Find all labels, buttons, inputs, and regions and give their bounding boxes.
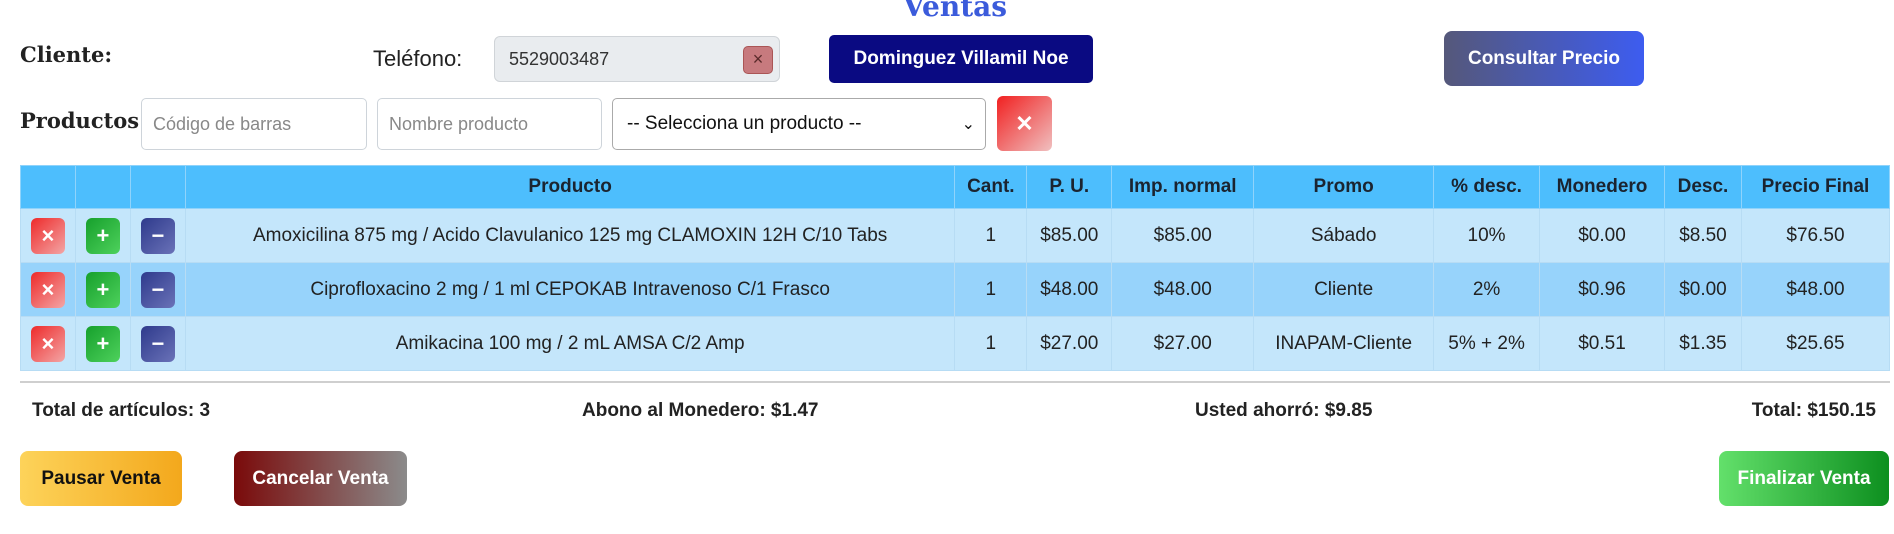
total-articulos: Total de artículos: 3 (32, 400, 211, 421)
decrease-quantity-button[interactable]: − (140, 325, 175, 362)
cell-minus: − (129, 262, 186, 317)
cell-final: $76.50 (1740, 208, 1891, 263)
increase-quantity-button[interactable]: + (85, 217, 120, 254)
cell-producto: Ciprofloxacino 2 mg / 1 ml CEPOKAB Intra… (184, 262, 956, 317)
cell-minus: − (129, 316, 186, 371)
header-precio-final: Precio Final (1740, 165, 1891, 209)
cell-desc: $0.00 (1664, 262, 1742, 317)
cell-delete: × (20, 208, 76, 263)
header-monedero: Monedero (1539, 165, 1665, 209)
cell-pu: $48.00 (1026, 262, 1113, 317)
cell-producto: Amikacina 100 mg / 2 mL AMSA C/2 Amp (184, 316, 956, 371)
cell-pdesc: 2% (1433, 262, 1541, 317)
cell-pdesc: 5% + 2% (1433, 316, 1541, 371)
increase-quantity-button[interactable]: + (85, 271, 120, 308)
cell-final: $48.00 (1740, 262, 1891, 317)
abono-monedero: Abono al Monedero: $1.47 (582, 400, 819, 421)
total-amount: Total: $150.15 (1751, 400, 1876, 421)
cancelar-venta-button[interactable]: Cancelar Venta (234, 451, 407, 506)
cell-minus: − (129, 208, 186, 263)
cell-monedero: $0.00 (1539, 208, 1665, 263)
header-minus (129, 165, 186, 209)
cell-cant: 1 (954, 316, 1028, 371)
remove-item-button[interactable]: × (30, 325, 65, 362)
cell-imp: $48.00 (1111, 262, 1255, 317)
table-row: × + − Ciprofloxacino 2 mg / 1 ml CEPOKAB… (20, 262, 1891, 317)
header-producto: Producto (184, 165, 956, 209)
decrease-quantity-button[interactable]: − (140, 217, 175, 254)
sale-items-table: Producto Cant. P. U. Imp. normal Promo %… (20, 165, 1891, 371)
cell-plus: + (74, 262, 131, 317)
finalizar-venta-button[interactable]: Finalizar Venta (1719, 451, 1889, 506)
cell-imp: $85.00 (1111, 208, 1255, 263)
cell-monedero: $0.51 (1539, 316, 1665, 371)
clear-productos-button[interactable]: ✕ (997, 96, 1052, 151)
chevron-down-icon: ⌄ (961, 116, 975, 133)
header-desc: Desc. (1664, 165, 1742, 209)
header-cant: Cant. (954, 165, 1028, 209)
page-title: Ventas (902, 0, 1008, 23)
cell-promo: INAPAM-Cliente (1253, 316, 1435, 371)
divider (20, 381, 1890, 383)
header-pct-desc: % desc. (1433, 165, 1541, 209)
cell-promo: Cliente (1253, 262, 1435, 317)
header-plus (74, 165, 131, 209)
telefono-label: Teléfono: (373, 46, 463, 71)
pausar-venta-button[interactable]: Pausar Venta (20, 451, 182, 506)
clear-telefono-button[interactable]: × (743, 46, 773, 74)
telefono-value: 5529003487 (509, 49, 610, 69)
decrease-quantity-button[interactable]: − (140, 271, 175, 308)
productos-label: Productos: (20, 108, 147, 133)
cell-delete: × (20, 316, 76, 371)
cell-monedero: $0.96 (1539, 262, 1665, 317)
cell-final: $25.65 (1740, 316, 1891, 371)
cell-cant: 1 (954, 208, 1028, 263)
cell-desc: $8.50 (1664, 208, 1742, 263)
cell-producto: Amoxicilina 875 mg / Acido Clavulanico 1… (184, 208, 956, 263)
header-promo: Promo (1253, 165, 1435, 209)
table-row: × + − Amikacina 100 mg / 2 mL AMSA C/2 A… (20, 316, 1891, 371)
cell-promo: Sábado (1253, 208, 1435, 263)
producto-select[interactable]: -- Selecciona un producto -- ⌄ (612, 98, 986, 150)
header-delete (20, 165, 76, 209)
consultar-precio-button[interactable]: Consultar Precio (1444, 31, 1644, 86)
cliente-label: Cliente: (20, 42, 113, 67)
usted-ahorro: Usted ahorró: $9.85 (1195, 400, 1373, 421)
table-header-row: Producto Cant. P. U. Imp. normal Promo %… (20, 165, 1891, 209)
cell-plus: + (74, 208, 131, 263)
telefono-input[interactable]: 5529003487 × (494, 36, 780, 82)
cell-desc: $1.35 (1664, 316, 1742, 371)
nombre-producto-input[interactable]: Nombre producto (377, 98, 602, 150)
header-pu: P. U. (1026, 165, 1113, 209)
remove-item-button[interactable]: × (30, 217, 65, 254)
cliente-name-button[interactable]: Dominguez Villamil Noe (829, 35, 1093, 83)
cell-pu: $27.00 (1026, 316, 1113, 371)
table-row: × + − Amoxicilina 875 mg / Acido Clavula… (20, 208, 1891, 263)
codigo-barras-input[interactable]: Código de barras (141, 98, 367, 150)
cell-cant: 1 (954, 262, 1028, 317)
cell-plus: + (74, 316, 131, 371)
cell-delete: × (20, 262, 76, 317)
cell-pdesc: 10% (1433, 208, 1541, 263)
header-imp-normal: Imp. normal (1111, 165, 1255, 209)
remove-item-button[interactable]: × (30, 271, 65, 308)
increase-quantity-button[interactable]: + (85, 325, 120, 362)
producto-select-value: -- Selecciona un producto -- (627, 113, 862, 134)
cell-imp: $27.00 (1111, 316, 1255, 371)
cell-pu: $85.00 (1026, 208, 1113, 263)
